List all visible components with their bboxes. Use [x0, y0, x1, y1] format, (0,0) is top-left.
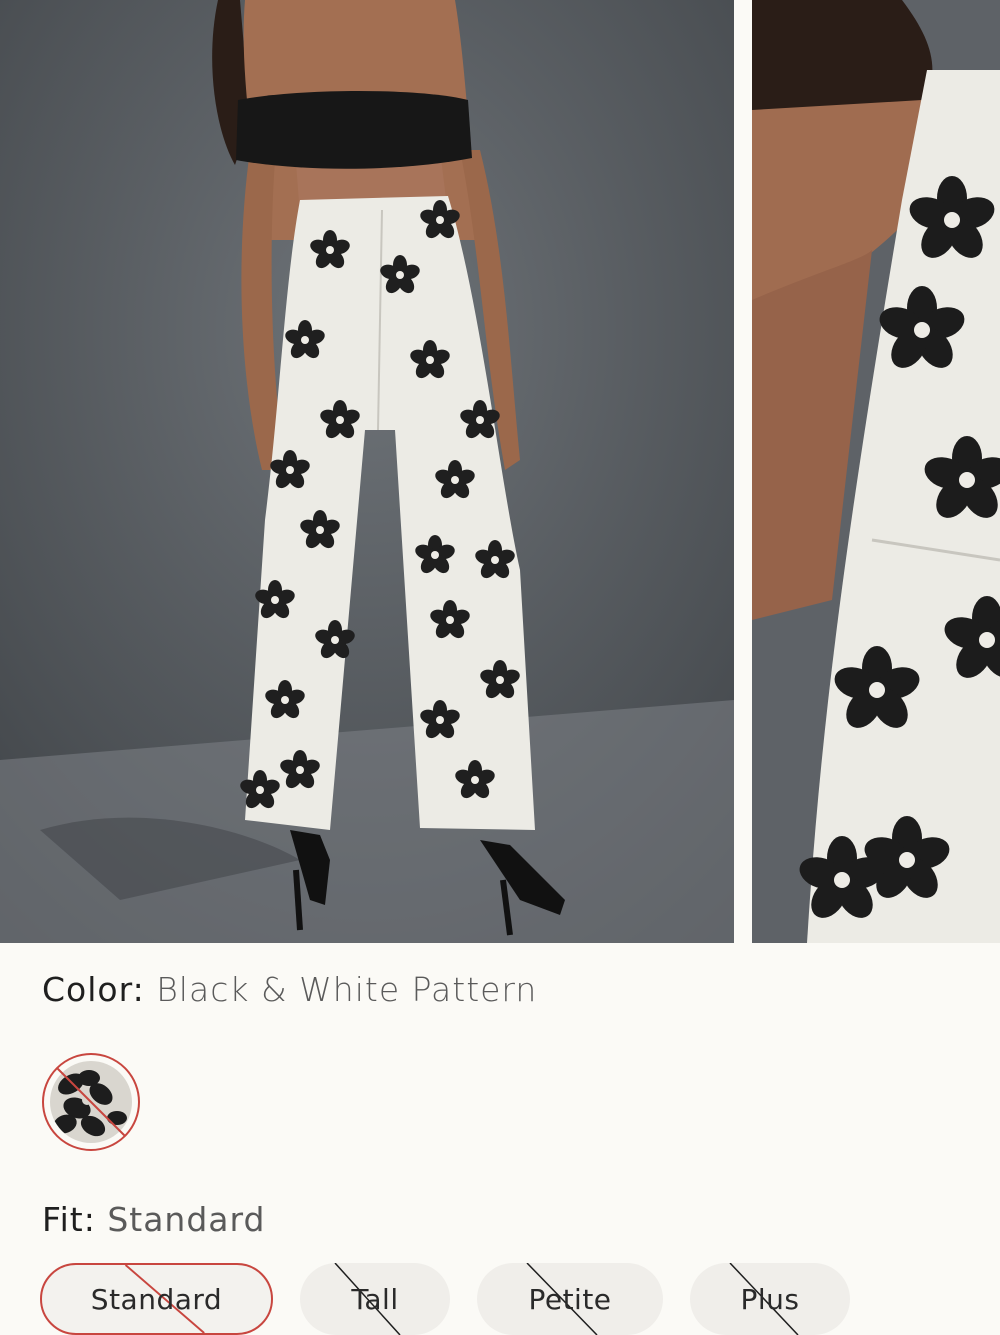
fit-option-standard[interactable]: Standard: [40, 1263, 273, 1335]
color-value: Black & White Pattern: [156, 970, 538, 1009]
product-photo-detail[interactable]: [752, 0, 1000, 943]
fit-label: Fit:: [42, 1200, 96, 1239]
fit-option-label: Petite: [528, 1282, 612, 1316]
pattern-swatch-icon: [42, 1053, 140, 1151]
color-swatch-black-white-pattern[interactable]: [41, 1052, 141, 1152]
color-label: Color:: [42, 970, 145, 1009]
product-photo-back-view: [0, 0, 734, 943]
product-photo-main[interactable]: [0, 0, 734, 943]
product-photo-closeup-view: [752, 0, 1000, 943]
fit-option-plus[interactable]: Plus: [690, 1263, 850, 1335]
fit-option-label: Standard: [90, 1282, 223, 1316]
fit-value: Standard: [107, 1200, 266, 1239]
product-image-gallery: [0, 0, 1000, 943]
fit-option-petite[interactable]: Petite: [477, 1263, 663, 1335]
color-selection-label: Color: Black & White Pattern: [42, 970, 537, 1009]
fit-selection-label: Fit: Standard: [42, 1200, 265, 1239]
fit-option-tall[interactable]: Tall: [300, 1263, 450, 1335]
fit-option-label: Tall: [351, 1282, 399, 1316]
fit-option-label: Plus: [740, 1282, 800, 1316]
